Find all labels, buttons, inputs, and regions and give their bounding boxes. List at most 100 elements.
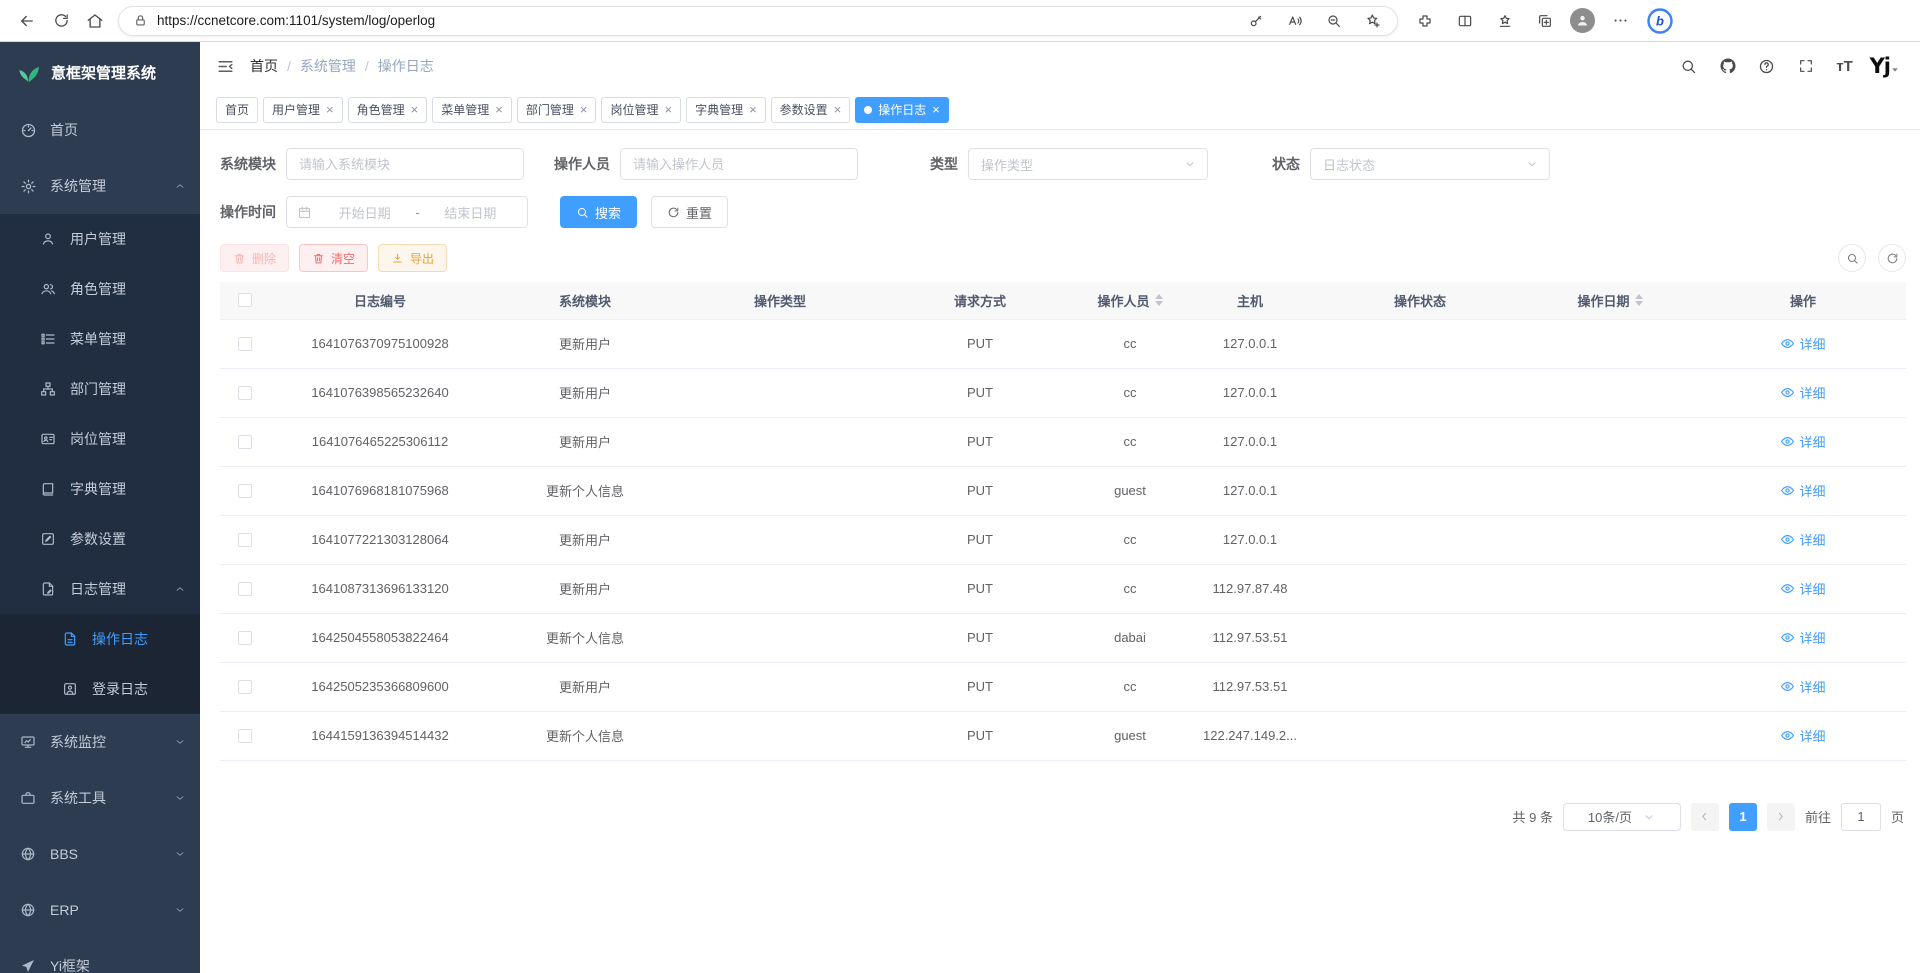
module-label: 系统模块 bbox=[220, 154, 276, 174]
row-checkbox[interactable] bbox=[238, 631, 252, 645]
table-header-cell-operator[interactable]: 操作人员 bbox=[1080, 282, 1180, 319]
delete-button[interactable]: 删除 bbox=[220, 244, 289, 272]
row-checkbox[interactable] bbox=[238, 386, 252, 400]
tab-post-mgmt[interactable]: 岗位管理× bbox=[601, 97, 681, 123]
row-checkbox[interactable] bbox=[238, 680, 252, 694]
collections-button[interactable] bbox=[1530, 5, 1560, 37]
operator-input[interactable] bbox=[620, 148, 858, 180]
tab-close-icon[interactable]: × bbox=[834, 103, 842, 116]
github-button[interactable] bbox=[1717, 50, 1739, 82]
sidebar-item-log-mgmt[interactable]: 日志管理 bbox=[0, 564, 200, 614]
tab-close-icon[interactable]: × bbox=[326, 103, 334, 116]
sidebar-collapse-icon[interactable] bbox=[216, 57, 235, 76]
detail-link[interactable]: 详细 bbox=[1780, 432, 1825, 451]
tab-role-mgmt[interactable]: 角色管理× bbox=[348, 97, 428, 123]
goto-page-input[interactable] bbox=[1841, 803, 1881, 831]
row-checkbox[interactable] bbox=[238, 337, 252, 351]
home-button[interactable] bbox=[78, 5, 112, 37]
question-button[interactable] bbox=[1756, 50, 1778, 82]
detail-link[interactable]: 详细 bbox=[1780, 530, 1825, 549]
detail-link[interactable]: 详细 bbox=[1780, 334, 1825, 353]
breadcrumb-home[interactable]: 首页 bbox=[250, 56, 278, 76]
next-page-button[interactable] bbox=[1767, 803, 1795, 831]
breadcrumb-system[interactable]: 系统管理 bbox=[300, 56, 356, 76]
back-button[interactable] bbox=[10, 5, 44, 37]
fullscreen-button[interactable] bbox=[1795, 50, 1817, 82]
module-input[interactable] bbox=[286, 148, 524, 180]
tab-home[interactable]: 首页 bbox=[216, 97, 258, 123]
bing-button[interactable]: b bbox=[1645, 5, 1675, 37]
sidebar-item-dict-mgmt[interactable]: 字典管理 bbox=[0, 464, 200, 514]
tab-close-icon[interactable]: × bbox=[580, 103, 588, 116]
row-checkbox[interactable] bbox=[238, 435, 252, 449]
sidebar-item-dept-mgmt[interactable]: 部门管理 bbox=[0, 364, 200, 414]
page-size-select[interactable]: 10条/页 bbox=[1563, 803, 1681, 831]
key-button[interactable] bbox=[1246, 5, 1266, 37]
date-range-picker[interactable]: 开始日期 - 结束日期 bbox=[286, 196, 528, 228]
user-logo[interactable]: Yj bbox=[1870, 54, 1890, 78]
sidebar-item-login-log[interactable]: 登录日志 bbox=[0, 664, 200, 714]
refresh-button[interactable] bbox=[44, 5, 78, 37]
search-button[interactable]: 搜索 bbox=[560, 196, 637, 228]
detail-link[interactable]: 详细 bbox=[1780, 726, 1825, 745]
tab-close-icon[interactable]: × bbox=[664, 103, 672, 116]
page-number-1[interactable]: 1 bbox=[1729, 803, 1757, 831]
export-button[interactable]: 导出 bbox=[378, 244, 447, 272]
status-select[interactable]: 日志状态 bbox=[1310, 148, 1550, 180]
table-refresh-button[interactable] bbox=[1878, 244, 1906, 272]
select-all-checkbox[interactable] bbox=[238, 293, 252, 307]
detail-link[interactable]: 详细 bbox=[1780, 628, 1825, 647]
prev-page-button[interactable] bbox=[1691, 803, 1719, 831]
more-button[interactable] bbox=[1605, 5, 1635, 37]
sidebar-item-param-settings[interactable]: 参数设置 bbox=[0, 514, 200, 564]
sort-caret-icon[interactable] bbox=[1635, 294, 1643, 306]
row-checkbox[interactable] bbox=[238, 484, 252, 498]
tab-dept-mgmt[interactable]: 部门管理× bbox=[517, 97, 597, 123]
table-search-button[interactable] bbox=[1838, 244, 1866, 272]
extensions-button[interactable] bbox=[1410, 5, 1440, 37]
split-screen-button[interactable] bbox=[1450, 5, 1480, 37]
sidebar-item-home[interactable]: 首页 bbox=[0, 102, 200, 158]
tab-user-mgmt[interactable]: 用户管理× bbox=[263, 97, 343, 123]
detail-link[interactable]: 详细 bbox=[1780, 579, 1825, 598]
sidebar-item-menu-mgmt[interactable]: 菜单管理 bbox=[0, 314, 200, 364]
tab-oper-log[interactable]: 操作日志× bbox=[855, 97, 949, 123]
table-header-cell-date[interactable]: 操作日期 bbox=[1520, 282, 1700, 319]
user-caret-down-icon[interactable] bbox=[1890, 65, 1900, 75]
star-plus-button[interactable] bbox=[1363, 5, 1383, 37]
sidebar-item-role-mgmt[interactable]: 角色管理 bbox=[0, 264, 200, 314]
read-aloud-button[interactable] bbox=[1285, 5, 1305, 37]
clear-button[interactable]: 清空 bbox=[299, 244, 368, 272]
tab-close-icon[interactable]: × bbox=[411, 103, 419, 116]
row-checkbox[interactable] bbox=[238, 533, 252, 547]
sidebar-item-post-mgmt[interactable]: 岗位管理 bbox=[0, 414, 200, 464]
row-checkbox[interactable] bbox=[238, 582, 252, 596]
tab-close-icon[interactable]: × bbox=[749, 103, 757, 116]
tab-menu-mgmt[interactable]: 菜单管理× bbox=[432, 97, 512, 123]
sort-caret-icon[interactable] bbox=[1155, 294, 1163, 306]
type-select[interactable]: 操作类型 bbox=[968, 148, 1208, 180]
detail-link[interactable]: 详细 bbox=[1780, 383, 1825, 402]
tab-close-icon[interactable]: × bbox=[932, 103, 940, 116]
sidebar-item-system-monitor[interactable]: 系统监控 bbox=[0, 714, 200, 770]
profile-button[interactable] bbox=[1570, 8, 1595, 33]
address-bar[interactable]: https://ccnetcore.com:1101/system/log/op… bbox=[118, 6, 1398, 36]
favorites-bar-button[interactable] bbox=[1490, 5, 1520, 37]
font-size-button[interactable]: тT bbox=[1834, 50, 1856, 82]
tab-dict-mgmt[interactable]: 字典管理× bbox=[686, 97, 766, 123]
row-checkbox[interactable] bbox=[238, 729, 252, 743]
search-button[interactable] bbox=[1678, 50, 1700, 82]
sidebar-item-erp[interactable]: ERP bbox=[0, 882, 200, 938]
sidebar-item-user-mgmt[interactable]: 用户管理 bbox=[0, 214, 200, 264]
zoom-out-button[interactable] bbox=[1324, 5, 1344, 37]
sidebar-item-system-tools[interactable]: 系统工具 bbox=[0, 770, 200, 826]
reset-button[interactable]: 重置 bbox=[651, 196, 728, 228]
sidebar-item-bbs[interactable]: BBS bbox=[0, 826, 200, 882]
tab-param-settings[interactable]: 参数设置× bbox=[771, 97, 851, 123]
sidebar-item-yi-framework[interactable]: Yi框架 bbox=[0, 938, 200, 973]
detail-link[interactable]: 详细 bbox=[1780, 677, 1825, 696]
tab-close-icon[interactable]: × bbox=[495, 103, 503, 116]
detail-link[interactable]: 详细 bbox=[1780, 481, 1825, 500]
sidebar-item-oper-log[interactable]: 操作日志 bbox=[0, 614, 200, 664]
sidebar-item-system-mgmt[interactable]: 系统管理 bbox=[0, 158, 200, 214]
